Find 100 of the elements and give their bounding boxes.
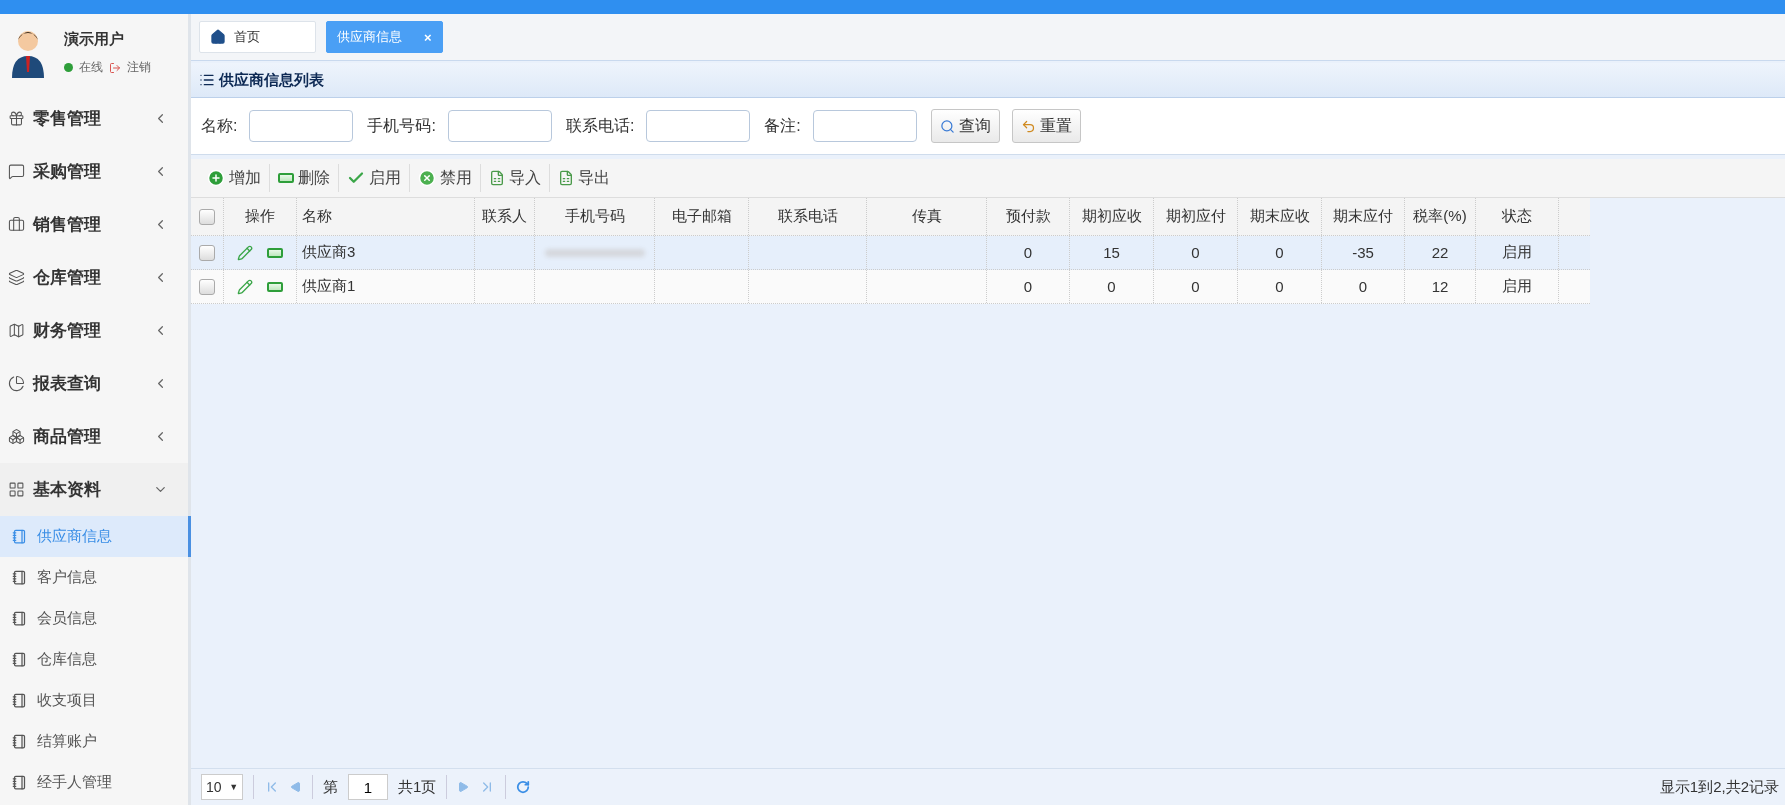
next-page-icon[interactable]	[457, 781, 470, 793]
menu-item[interactable]: 销售管理	[0, 198, 188, 251]
menu-item[interactable]: 财务管理	[0, 304, 188, 357]
notebook-icon	[12, 734, 27, 749]
page-input[interactable]: 1	[348, 774, 388, 800]
column-header: 预付款	[987, 198, 1070, 235]
menu-item[interactable]: 报表查询	[0, 357, 188, 410]
notebook-icon	[12, 652, 27, 667]
column-header: 状态	[1476, 198, 1559, 235]
toolbar-button[interactable]: 删除	[270, 164, 339, 192]
submenu-item[interactable]: 仓库信息	[0, 639, 191, 680]
edit-icon[interactable]	[237, 244, 253, 261]
table-cell: 0	[1154, 236, 1238, 269]
page-prefix: 第	[323, 777, 338, 797]
toolbar-button[interactable]: 增加	[199, 164, 270, 192]
table-row[interactable]: 供应商3 0 15 0 0 -35 22 启用	[191, 236, 1590, 270]
column-header: 手机号码	[535, 198, 655, 235]
menu-item[interactable]: 商品管理	[0, 410, 188, 463]
input-field[interactable]	[249, 110, 354, 142]
status-text: 在线	[79, 59, 103, 76]
add-icon	[207, 169, 225, 187]
submenu-item[interactable]: 收支项目	[0, 680, 191, 721]
edit-icon[interactable]	[237, 278, 253, 295]
minus-icon	[278, 173, 294, 183]
avatar-icon	[10, 28, 46, 78]
checkbox[interactable]	[199, 208, 215, 225]
input-field[interactable]	[447, 110, 552, 142]
toolbar-button[interactable]: 禁用	[410, 164, 481, 192]
previous-page-icon[interactable]	[290, 781, 302, 793]
menu-item[interactable]: 仓库管理	[0, 251, 188, 304]
input-field[interactable]	[646, 110, 751, 142]
logout-link[interactable]: 注销	[127, 59, 151, 76]
table-cell: 0	[1238, 236, 1322, 269]
table-cell: 0	[1154, 270, 1238, 303]
logout-icon	[109, 61, 121, 74]
table-cell: 22	[1405, 236, 1476, 269]
submenu-item[interactable]: 结算账户	[0, 721, 191, 762]
table-cell: 15	[1070, 236, 1154, 269]
toolbar-button[interactable]: 启用	[339, 164, 410, 192]
input-field[interactable]	[812, 110, 917, 142]
field-label: 联系电话:	[565, 115, 635, 136]
table-cell: 0	[987, 236, 1070, 269]
submenu-item[interactable]: 会员信息	[0, 598, 191, 639]
submenu-item[interactable]: 经手人管理	[0, 762, 191, 803]
table-cell: 0	[1070, 270, 1154, 303]
column-header: 联系人	[475, 198, 535, 235]
undo-arrow-icon	[1020, 118, 1036, 134]
cancel-icon	[418, 169, 436, 187]
table-cell: 0	[1238, 270, 1322, 303]
column-header: 名称	[297, 198, 475, 235]
submenu-item[interactable]: 客户信息	[0, 557, 191, 598]
spreadsheet-icon	[558, 170, 574, 186]
field-label: 备注:	[764, 115, 801, 136]
column-header: 电子邮箱	[655, 198, 749, 235]
notebook-icon	[12, 529, 27, 544]
table-cell: 供应商1	[297, 270, 475, 303]
table-row[interactable]: 供应商1 0 0 0 0 0 12 启用	[191, 270, 1590, 304]
notebook-icon	[12, 611, 27, 626]
user-name: 演示用户	[64, 30, 125, 49]
toolbar-button[interactable]: 导入	[481, 164, 550, 192]
field-label: 名称:	[201, 115, 238, 136]
menu-item[interactable]: 零售管理	[0, 92, 188, 145]
toolbar-button[interactable]: 导出	[550, 164, 618, 192]
table-cell: 启用	[1476, 236, 1559, 269]
search-icon	[939, 118, 955, 134]
page-size-select[interactable]: 10 ▼	[201, 774, 243, 800]
column-header: 期末应收	[1238, 198, 1322, 235]
menu-item[interactable]: 采购管理	[0, 145, 188, 198]
reset-button[interactable]: 重置	[1011, 109, 1081, 143]
spreadsheet-icon	[489, 170, 505, 186]
table-cell: -35	[1322, 236, 1405, 269]
table-cell: 12	[1405, 270, 1476, 303]
notebook-icon	[12, 693, 27, 708]
table-cell: 启用	[1476, 270, 1559, 303]
tab[interactable]: 首页	[199, 21, 316, 53]
panel-title-text: 供应商信息列表	[219, 70, 324, 90]
list-icon	[199, 72, 215, 88]
notebook-icon	[12, 570, 27, 585]
column-header: 期初应收	[1070, 198, 1154, 235]
caret-icon: ▼	[229, 782, 239, 792]
search-button[interactable]: 查询	[930, 109, 1000, 143]
refresh-icon[interactable]	[516, 780, 531, 794]
total-pages: 共1页	[398, 777, 437, 797]
table-cell: 0	[987, 270, 1070, 303]
column-header: 传真	[867, 198, 987, 235]
delete-icon[interactable]	[267, 281, 283, 292]
delete-icon[interactable]	[267, 247, 283, 258]
column-header: 联系电话	[749, 198, 867, 235]
record-summary: 显示1到2,共2记录	[1659, 777, 1779, 797]
column-header: 税率(%)	[1405, 198, 1476, 235]
notebook-icon	[12, 775, 27, 790]
table-cell: 0	[1322, 270, 1405, 303]
checkbox[interactable]	[199, 278, 215, 295]
home-icon	[210, 29, 226, 45]
column-header: 期末应付	[1322, 198, 1405, 235]
column-header: 操作	[224, 198, 297, 235]
menu-item[interactable]: 基本资料	[0, 463, 188, 516]
column-header: 期初应付	[1154, 198, 1238, 235]
online-dot	[64, 63, 73, 72]
checkbox[interactable]	[199, 244, 215, 261]
